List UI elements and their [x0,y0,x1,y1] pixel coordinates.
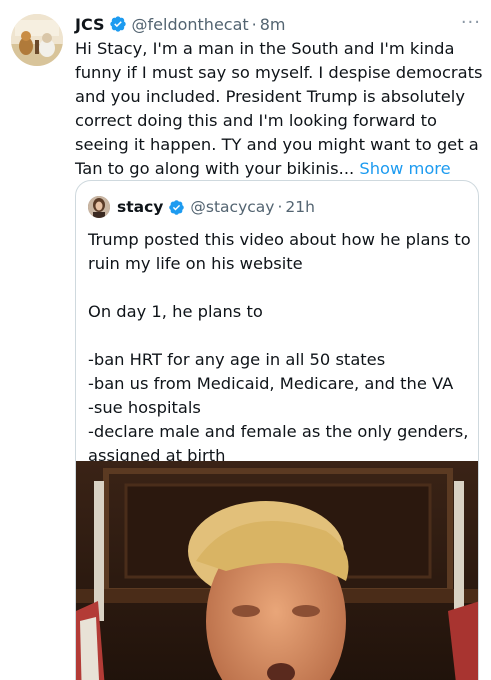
separator-dot: · [251,14,257,34]
quoted-tweet-text: Trump posted this video about how he pla… [88,230,471,465]
tweet-header: JCS @feldonthecat · 8m ··· [75,12,481,36]
tweet-text: Hi Stacy, I'm a man in the South and I'm… [75,39,483,178]
author-handle[interactable]: @feldonthecat [132,15,249,34]
show-more-link[interactable]: Show more [359,159,450,178]
verified-badge-icon [169,199,185,215]
separator-dot: · [277,198,283,216]
quoted-author-avatar[interactable] [88,196,110,218]
quoted-author-handle[interactable]: @stacycay [190,198,274,216]
quoted-author-name[interactable]: stacy [117,198,163,216]
quoted-tweet-timestamp[interactable]: 21h [285,198,315,216]
tweet[interactable]: JCS @feldonthecat · 8m ··· Hi Stacy, I'm… [0,0,491,680]
tweet-body: Hi Stacy, I'm a man in the South and I'm… [75,37,485,181]
quoted-tweet-header: stacy @stacycay · 21h [88,195,315,219]
more-horizontal-icon[interactable]: ··· [461,12,481,33]
tweet-timestamp[interactable]: 8m [260,15,286,34]
author-avatar[interactable] [11,14,63,66]
quoted-tweet[interactable]: stacy @stacycay · 21h Trump posted this … [75,180,479,680]
author-name[interactable]: JCS [75,15,105,34]
video-thumbnail[interactable] [76,461,478,680]
verified-badge-icon [109,16,126,32]
